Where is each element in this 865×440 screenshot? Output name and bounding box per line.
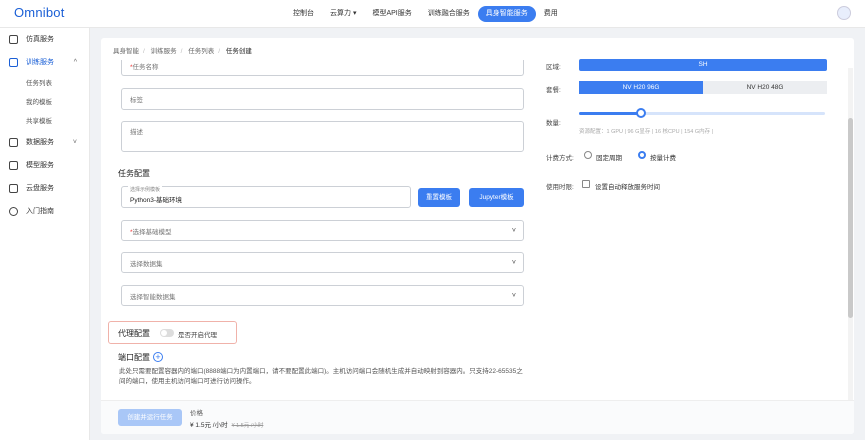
proxy-toggle[interactable] bbox=[160, 329, 174, 337]
chevron-down-icon: ˅ bbox=[511, 227, 516, 234]
chevron-down-icon: ˅ bbox=[511, 292, 516, 299]
quantity-slider[interactable] bbox=[579, 108, 825, 118]
server-icon bbox=[9, 161, 18, 170]
usage-time-label: 使用时限: bbox=[546, 184, 574, 191]
region-label: 区域: bbox=[546, 64, 561, 71]
price-label: 价格 bbox=[190, 410, 203, 417]
package-option-48g[interactable]: NV H20 48G bbox=[703, 81, 827, 94]
top-bar: Omnibot 控制台 云算力 ▾ 模型API服务 训练融合服务 具身智能服务 … bbox=[0, 0, 865, 28]
sidebar: 仿真服务 训练服务 ^ 任务列表 我的模板 共享模板 数据服务 ˅ 模型服务 云盘服… bbox=[0, 28, 90, 440]
breadcrumb-item[interactable]: 具身智能 bbox=[113, 48, 139, 55]
sidebar-sub-shared-templates[interactable]: 共享模板 bbox=[0, 112, 89, 131]
sidebar-item-cloud-disk[interactable]: 云盘服务 bbox=[0, 177, 89, 200]
package-label: 套餐: bbox=[546, 87, 561, 94]
auto-release-checkbox[interactable] bbox=[582, 180, 590, 188]
quantity-slider-handle[interactable] bbox=[635, 108, 646, 118]
description-textarea[interactable]: 描述 bbox=[121, 121, 524, 152]
billing-usage-radio[interactable] bbox=[638, 151, 646, 159]
breadcrumb-item[interactable]: 任务列表 bbox=[188, 48, 214, 55]
quantity-label: 数量: bbox=[546, 120, 561, 127]
shield-icon bbox=[9, 58, 18, 67]
billing-label: 计费方式: bbox=[546, 155, 574, 162]
sidebar-item-guide[interactable]: 入门指南 bbox=[0, 200, 89, 223]
sidebar-item-model[interactable]: 模型服务 bbox=[0, 154, 89, 177]
price-value: ¥ 1.5元 /小时 ¥ 1.5元 /小时 bbox=[190, 422, 264, 429]
task-config-title: 任务配置 bbox=[118, 169, 150, 178]
app-logo[interactable]: Omnibot bbox=[14, 5, 65, 20]
smart-dataset-select[interactable]: 选择智能数据集 ˅ bbox=[121, 285, 524, 306]
sidebar-sub-task-list[interactable]: 任务列表 bbox=[0, 74, 89, 93]
billing-fixed-radio[interactable] bbox=[584, 151, 592, 159]
footer-bar: 创建并运行任务 价格 ¥ 1.5元 /小时 ¥ 1.5元 /小时 bbox=[101, 400, 854, 434]
chevron-down-icon: ˅ bbox=[511, 259, 516, 266]
proxy-config-section: 代理配置 是否开启代理 bbox=[108, 321, 237, 344]
dataset-select[interactable]: 选择数据集 ˅ bbox=[121, 252, 524, 273]
tag-input[interactable]: 标签 bbox=[121, 88, 524, 110]
nav-model-api[interactable]: 模型API服务 bbox=[364, 6, 419, 22]
nav-compute[interactable]: 云算力 ▾ bbox=[322, 6, 364, 22]
main-nav: 控制台 云算力 ▾ 模型API服务 训练融合服务 具身智能服务 费用 bbox=[285, 6, 566, 22]
sidebar-item-simulation[interactable]: 仿真服务 bbox=[0, 28, 89, 51]
reset-template-button[interactable]: 重置模板 bbox=[418, 188, 460, 207]
auto-release-label[interactable]: 设置自动释放服务时间 bbox=[595, 181, 660, 191]
base-model-select[interactable]: *选择基础模型 ˅ bbox=[121, 220, 524, 241]
disk-icon bbox=[9, 184, 18, 193]
package-option-96g[interactable]: NV H20 96G bbox=[579, 81, 703, 94]
sidebar-item-data[interactable]: 数据服务 ˅ bbox=[0, 131, 89, 154]
nav-console[interactable]: 控制台 bbox=[285, 6, 322, 22]
breadcrumb: 具身智能 / 训练服务 / 任务列表 / 任务创建 bbox=[113, 48, 252, 55]
price-original: ¥ 1.5元 /小时 bbox=[231, 423, 264, 429]
jupyter-template-button[interactable]: Jupyter模板 bbox=[469, 188, 524, 207]
sidebar-item-training[interactable]: 训练服务 ^ bbox=[0, 51, 89, 74]
resource-config-note: 资源配置：1 GPU | 96 G显存 | 16 核CPU | 154 G内存 … bbox=[579, 129, 714, 135]
port-config-note: 此处只需要配置容器内的端口(8888端口为内置端口，请不要配置此端口)。主机访问… bbox=[119, 368, 523, 385]
quantity-slider-fill bbox=[579, 112, 641, 115]
chevron-down-icon: ˅ bbox=[72, 139, 77, 146]
template-select-value: Python3-基础环境 bbox=[130, 197, 183, 204]
chevron-up-icon: ^ bbox=[73, 59, 77, 66]
breadcrumb-current: 任务创建 bbox=[225, 48, 252, 55]
add-port-icon[interactable]: + bbox=[153, 352, 163, 362]
proxy-config-title: 代理配置 bbox=[118, 329, 150, 338]
gear-icon bbox=[9, 207, 18, 216]
nav-billing[interactable]: 费用 bbox=[536, 6, 566, 22]
database-icon bbox=[9, 138, 18, 147]
main-panel: 具身智能 / 训练服务 / 任务列表 / 任务创建 *任务名称 标签 描述 任务配置 … bbox=[101, 38, 854, 434]
scrollbar[interactable] bbox=[848, 68, 853, 408]
billing-usage-label[interactable]: 按量计费 bbox=[650, 152, 676, 162]
user-avatar[interactable] bbox=[837, 6, 851, 20]
breadcrumb-item[interactable]: 训练服务 bbox=[151, 48, 177, 55]
nav-embodied-ai[interactable]: 具身智能服务 bbox=[477, 6, 536, 22]
nav-training-fusion[interactable]: 训练融合服务 bbox=[420, 6, 478, 22]
create-run-task-button[interactable]: 创建并运行任务 bbox=[118, 409, 182, 426]
document-icon bbox=[9, 35, 18, 44]
sidebar-sub-my-templates[interactable]: 我的模板 bbox=[0, 93, 89, 112]
port-config-title: 端口配置 bbox=[118, 353, 150, 362]
task-name-input[interactable]: *任务名称 bbox=[121, 60, 524, 76]
template-select[interactable]: 选择示例模板 Python3-基础环境 bbox=[121, 186, 411, 208]
proxy-toggle-label: 是否开启代理 bbox=[178, 332, 217, 339]
scrollbar-thumb[interactable] bbox=[848, 118, 853, 318]
billing-fixed-label[interactable]: 固定周期 bbox=[596, 152, 622, 162]
region-option-sh[interactable]: SH bbox=[579, 59, 827, 71]
template-select-label: 选择示例模板 bbox=[128, 186, 163, 193]
